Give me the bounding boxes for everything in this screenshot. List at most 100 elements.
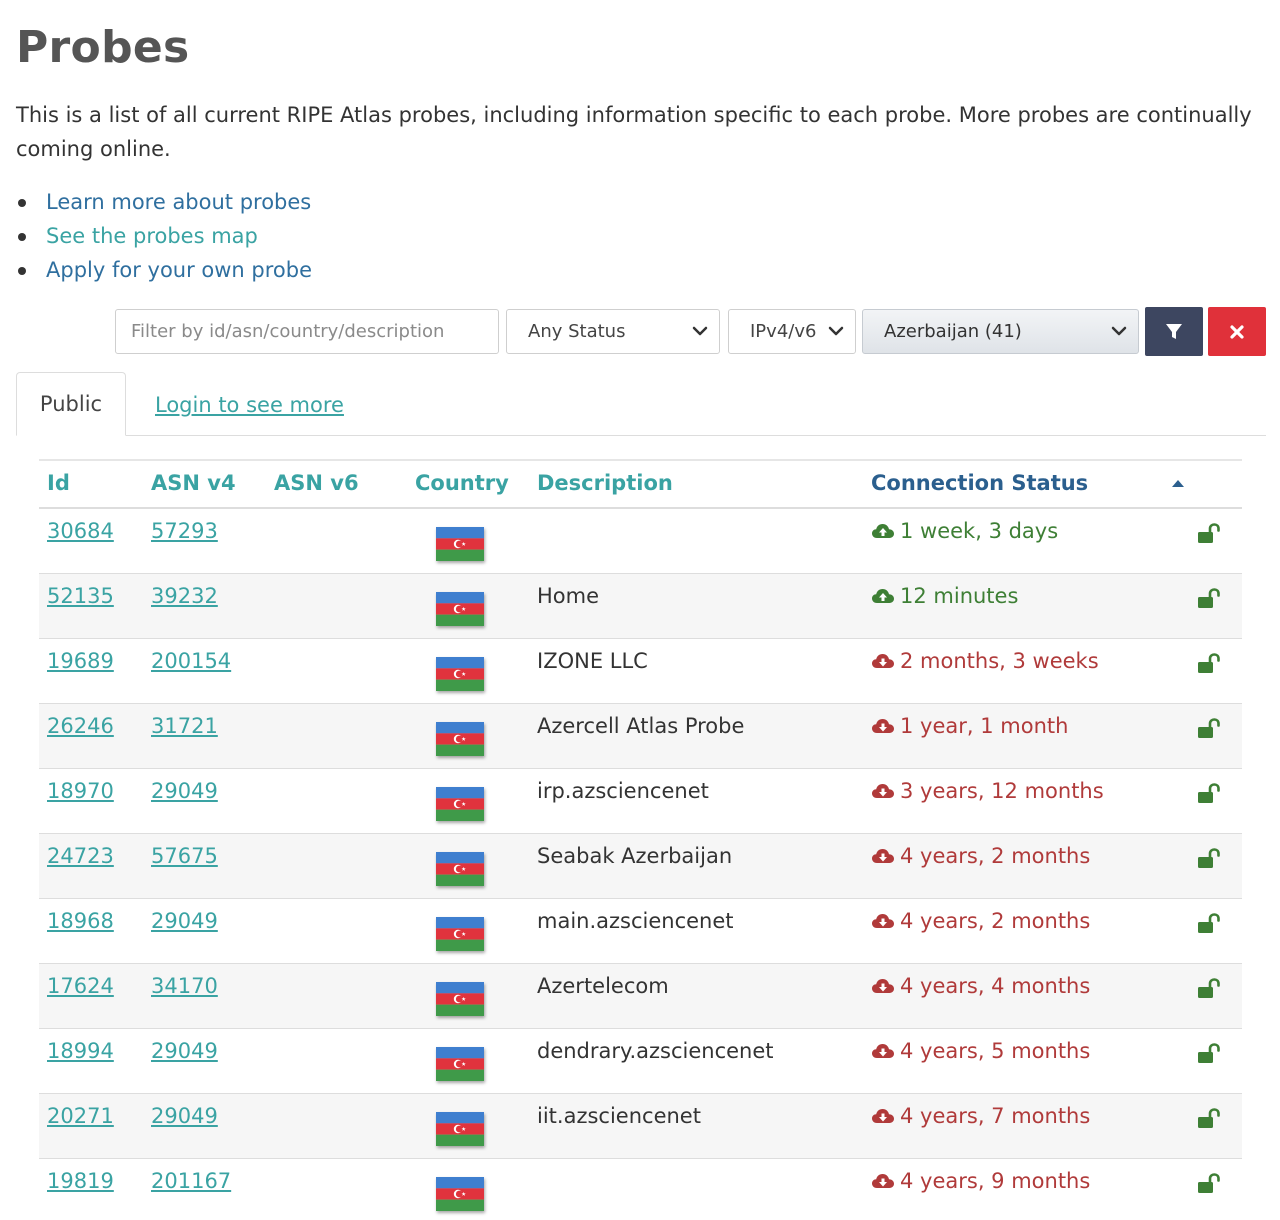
connection-status-text: 12 minutes [900,584,1019,608]
connection-status-text: 4 years, 4 months [900,974,1091,998]
cloud-upload-icon [872,524,894,538]
chevron-down-icon [692,326,708,336]
cloud-download-icon [872,1044,894,1058]
table-row[interactable]: 18994 29049 dendrary.azsciencenet 4 years, … [39,1029,1242,1094]
probe-description: main.azsciencenet [537,909,734,933]
asn-v4-link[interactable]: 57675 [151,844,218,868]
probe-id-link[interactable]: 26246 [47,714,114,738]
intro-text: This is a list of all current RIPE Atlas… [16,103,1252,161]
probe-id-link[interactable]: 19689 [47,649,114,673]
unlocked-icon[interactable] [1197,978,1221,1000]
connection-status-text: 2 months, 3 weeks [900,649,1099,673]
table-row[interactable]: 19689 200154 IZONE LLC 2 months, 3 weeks [39,639,1242,704]
ip-version-select[interactable]: IPv4/v6 [728,309,856,354]
unlocked-icon[interactable] [1197,783,1221,805]
probe-description: Azercell Atlas Probe [537,714,745,738]
connection-status-text: 4 years, 2 months [900,909,1091,933]
unlocked-icon[interactable] [1197,913,1221,935]
search-input[interactable] [115,309,499,354]
unlocked-icon[interactable] [1197,718,1221,740]
page-title: Probes [16,22,190,73]
probe-description: Home [537,584,600,608]
unlocked-icon[interactable] [1197,523,1221,545]
sort-ascending-icon[interactable] [1171,479,1185,488]
asn-v4-link[interactable]: 34170 [151,974,218,998]
probe-id-link[interactable]: 20271 [47,1104,114,1128]
probe-description: Azertelecom [537,974,669,998]
asn-v4-link[interactable]: 31721 [151,714,218,738]
probes-map-item: See the probes map [0,219,312,253]
probes-map-link[interactable]: See the probes map [46,224,258,248]
probe-id-link[interactable]: 52135 [47,584,114,608]
asn-v4-link[interactable]: 39232 [151,584,218,608]
country-select-value: Azerbaijan (41) [884,321,1022,342]
table-row[interactable]: 30684 57293 1 week, 3 days [39,509,1242,574]
azerbaijan-flag-icon [436,917,484,951]
connection-status: 1 week, 3 days [871,519,1058,543]
table-row[interactable]: 17624 34170 Azertelecom 4 years, 4 months [39,964,1242,1029]
column-header-country[interactable]: Country [415,471,509,495]
column-header-connection-status[interactable]: Connection Status [871,471,1088,495]
table-header: Id ASN v4 ASN v6 Country Description Con… [39,459,1242,509]
clear-filter-button[interactable] [1208,307,1266,356]
column-header-asn-v6[interactable]: ASN v6 [274,471,359,495]
connection-status-text: 1 year, 1 month [900,714,1069,738]
tab-public[interactable]: Public [16,372,126,436]
azerbaijan-flag-icon [436,722,484,756]
cloud-download-icon [872,1174,894,1188]
probe-id-link[interactable]: 17624 [47,974,114,998]
column-header-description[interactable]: Description [537,471,673,495]
unlocked-icon[interactable] [1197,653,1221,675]
asn-v4-link[interactable]: 57293 [151,519,218,543]
table-row[interactable]: 20271 29049 iit.azsciencenet 4 years, 7 mon… [39,1094,1242,1159]
status-select[interactable]: Any Status [506,309,720,354]
info-links: Learn more about probes See the probes m… [0,185,312,287]
probe-id-link[interactable]: 18994 [47,1039,114,1063]
table-row[interactable]: 18968 29049 main.azsciencenet 4 years, 2 mo… [39,899,1242,964]
unlocked-icon[interactable] [1197,1043,1221,1065]
azerbaijan-flag-icon [436,592,484,626]
table-row[interactable]: 18970 29049 irp.azsciencenet 3 years, 12 mo… [39,769,1242,834]
connection-status-text: 4 years, 9 months [900,1169,1091,1193]
column-header-id[interactable]: Id [47,471,70,495]
ip-version-select-value: IPv4/v6 [750,321,817,342]
probe-id-link[interactable]: 24723 [47,844,114,868]
tab-login[interactable]: Login to see more [155,372,344,436]
asn-v4-link[interactable]: 29049 [151,1104,218,1128]
apply-filter-button[interactable] [1145,307,1203,356]
asn-v4-link[interactable]: 29049 [151,779,218,803]
azerbaijan-flag-icon [436,852,484,886]
azerbaijan-flag-icon [436,1177,484,1211]
table-row[interactable]: 24723 57675 Seabak Azerbaijan 4 years, 2 mo… [39,834,1242,899]
azerbaijan-flag-icon [436,787,484,821]
asn-v4-link[interactable]: 29049 [151,909,218,933]
azerbaijan-flag-icon [436,1112,484,1146]
table-row[interactable]: 52135 39232 Home 12 minutes [39,574,1242,639]
unlocked-icon[interactable] [1197,1173,1221,1195]
country-select[interactable]: Azerbaijan (41) [862,309,1139,354]
probe-description: Seabak Azerbaijan [537,844,733,868]
probe-id-link[interactable]: 19819 [47,1169,114,1193]
connection-status: 4 years, 2 months [871,909,1090,933]
table-row[interactable]: 26246 31721 Azercell Atlas Probe 1 year, 1 … [39,704,1242,769]
connection-status-text: 4 years, 2 months [900,844,1091,868]
connection-status: 4 years, 4 months [871,974,1090,998]
probe-id-link[interactable]: 30684 [47,519,114,543]
column-header-asn-v4[interactable]: ASN v4 [151,471,236,495]
asn-v4-link[interactable]: 201167 [151,1169,231,1193]
unlocked-icon[interactable] [1197,588,1221,610]
connection-status: 4 years, 7 months [871,1104,1090,1128]
connection-status: 3 years, 12 months [871,779,1104,803]
probe-id-link[interactable]: 18970 [47,779,114,803]
learn-more-link[interactable]: Learn more about probes [46,190,311,214]
unlocked-icon[interactable] [1197,1108,1221,1130]
asn-v4-link[interactable]: 200154 [151,649,231,673]
probe-id-link[interactable]: 18968 [47,909,114,933]
table-row[interactable]: 19819 201167 4 years, 9 months [39,1159,1242,1220]
apply-probe-link[interactable]: Apply for your own probe [46,258,312,282]
cloud-download-icon [872,914,894,928]
unlocked-icon[interactable] [1197,848,1221,870]
connection-status: 1 year, 1 month [871,714,1068,738]
asn-v4-link[interactable]: 29049 [151,1039,218,1063]
connection-status-text: 4 years, 5 months [900,1039,1091,1063]
